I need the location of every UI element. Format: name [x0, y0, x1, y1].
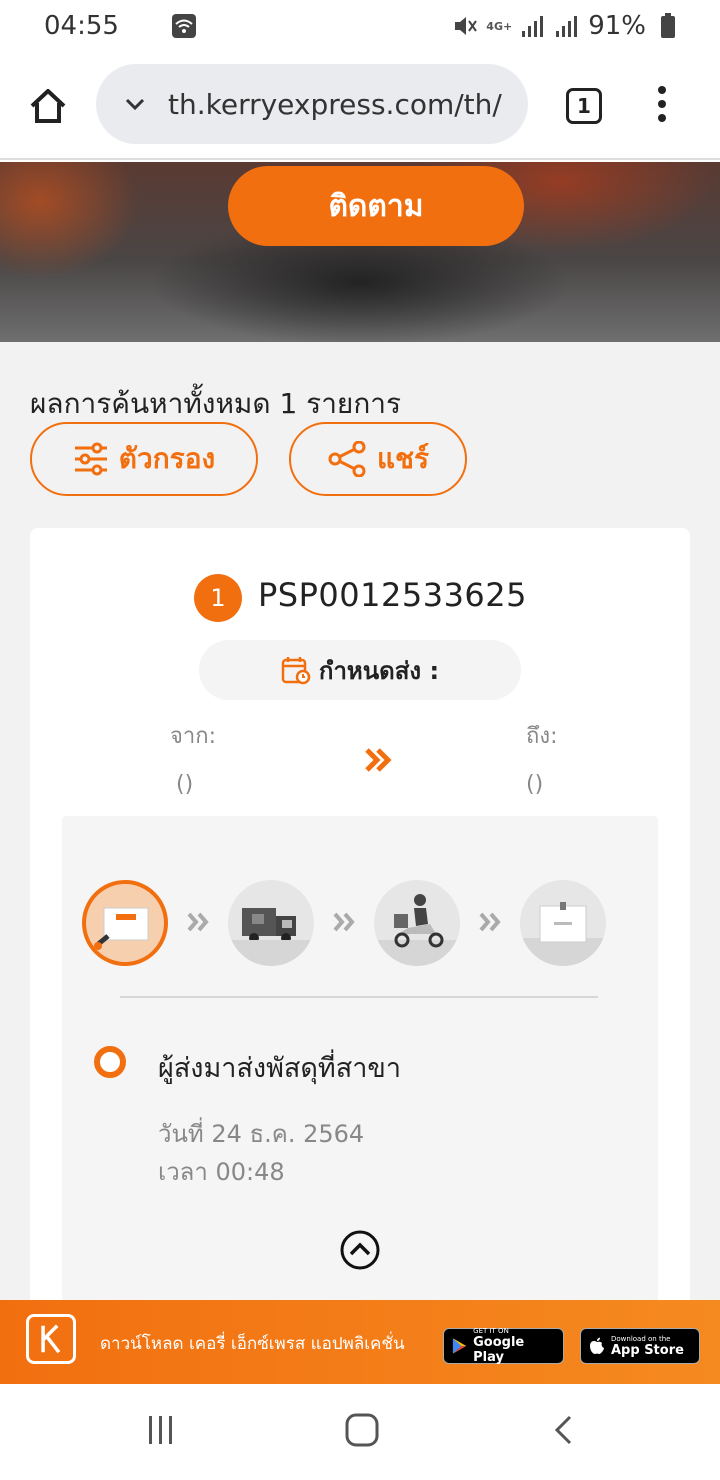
google-play-icon [452, 1338, 467, 1354]
app-store-button[interactable]: Download on the App Store [580, 1328, 700, 1364]
calendar-icon [281, 657, 311, 685]
step-motorbike-icon [374, 880, 460, 966]
chevron-double-icon [333, 912, 355, 932]
google-play-label: Google Play [473, 1335, 525, 1365]
shipment-card: 1 PSP0012533625 กำหนดส่ง : จาก: ถึง: () … [30, 528, 690, 1328]
due-date-label: กำหนดส่ง : [318, 656, 440, 685]
latest-status: ผู้ส่งมาส่งพัสดุที่สาขา [158, 1053, 401, 1084]
chevron-up-icon[interactable] [340, 1230, 380, 1270]
google-play-button[interactable]: GET IT ON Google Play [443, 1327, 564, 1365]
filter-button[interactable]: ตัวกรอง [30, 422, 258, 496]
home-icon[interactable] [26, 84, 70, 128]
app-banner-text: ดาวน์โหลด เคอรี่ เอ็กซ์เพรส แอปพลิเคชั่น [100, 1334, 405, 1354]
to-value: () [526, 772, 544, 797]
track-button[interactable]: ติดตาม [228, 166, 524, 246]
share-button[interactable]: แชร์ [289, 422, 467, 496]
to-label: ถึง: [526, 724, 558, 749]
from-label: จาก: [170, 724, 216, 749]
tracking-timeline: ผู้ส่งมาส่งพัสดุที่สาขา วันที่ 24 ธ.ค. 2… [62, 816, 658, 1316]
share-label: แชร์ [376, 442, 430, 475]
system-nav-bar [0, 1384, 720, 1480]
battery-level: 91% [588, 11, 646, 41]
result-summary: ผลการค้นหาทั้งหมด 1 รายการ [30, 387, 402, 420]
filter-label: ตัวกรอง [118, 442, 216, 475]
more-vert-icon[interactable] [652, 84, 672, 124]
chevron-down-icon[interactable] [122, 91, 148, 117]
signal-icon [556, 16, 578, 37]
battery-icon [661, 13, 675, 38]
chevron-double-icon [479, 912, 501, 932]
app-download-banner[interactable]: ดาวน์โหลด เคอรี่ เอ็กซ์เพรส แอปพลิเคชั่น… [0, 1300, 720, 1384]
status-dot-icon [94, 1046, 126, 1078]
address-bar[interactable]: th.kerryexpress.com/th/ [96, 64, 528, 144]
google-play-small-text: GET IT ON [473, 1327, 509, 1335]
sliders-icon [74, 442, 107, 476]
hero-banner: ติดตาม [0, 162, 720, 342]
timeline-divider [120, 996, 598, 998]
url-text[interactable]: th.kerryexpress.com/th/ [168, 88, 502, 121]
recent-apps-icon[interactable] [146, 1414, 176, 1446]
latest-status-date: วันที่ 24 ธ.ค. 2564 [158, 1120, 365, 1148]
network-type: 4G+ [486, 19, 513, 33]
from-value: () [176, 772, 194, 797]
status-bar: 04:55 4G+ 91% [0, 0, 720, 52]
signal-icon [522, 16, 544, 37]
step-parcel-dropoff-icon [82, 880, 168, 966]
step-parcel-delivered-icon [520, 880, 606, 966]
home-nav-icon[interactable] [344, 1412, 380, 1448]
browser-toolbar: th.kerryexpress.com/th/ 1 [0, 52, 720, 160]
status-time: 04:55 [44, 11, 119, 41]
double-chevron-right-icon [365, 748, 392, 772]
due-date-pill: กำหนดส่ง : [199, 640, 521, 700]
back-icon[interactable] [552, 1414, 576, 1446]
wifi-icon [171, 14, 196, 38]
step-truck-icon [228, 880, 314, 966]
chevron-double-icon [187, 912, 209, 932]
kerry-logo-icon [26, 1314, 76, 1364]
tracking-number: PSP0012533625 [258, 576, 527, 614]
app-store-small-text: Download on the [611, 1334, 671, 1343]
apple-icon [590, 1337, 604, 1354]
tab-switcher-button[interactable]: 1 [566, 88, 602, 124]
app-store-label: App Store [611, 1342, 684, 1358]
result-index-badge: 1 [194, 574, 242, 622]
share-icon [328, 441, 366, 477]
latest-status-time: เวลา 00:48 [158, 1158, 285, 1186]
mute-icon [455, 17, 478, 35]
results-section: ผลการค้นหาทั้งหมด 1 รายการ ตัวกรอง แชร์ … [0, 342, 720, 1328]
